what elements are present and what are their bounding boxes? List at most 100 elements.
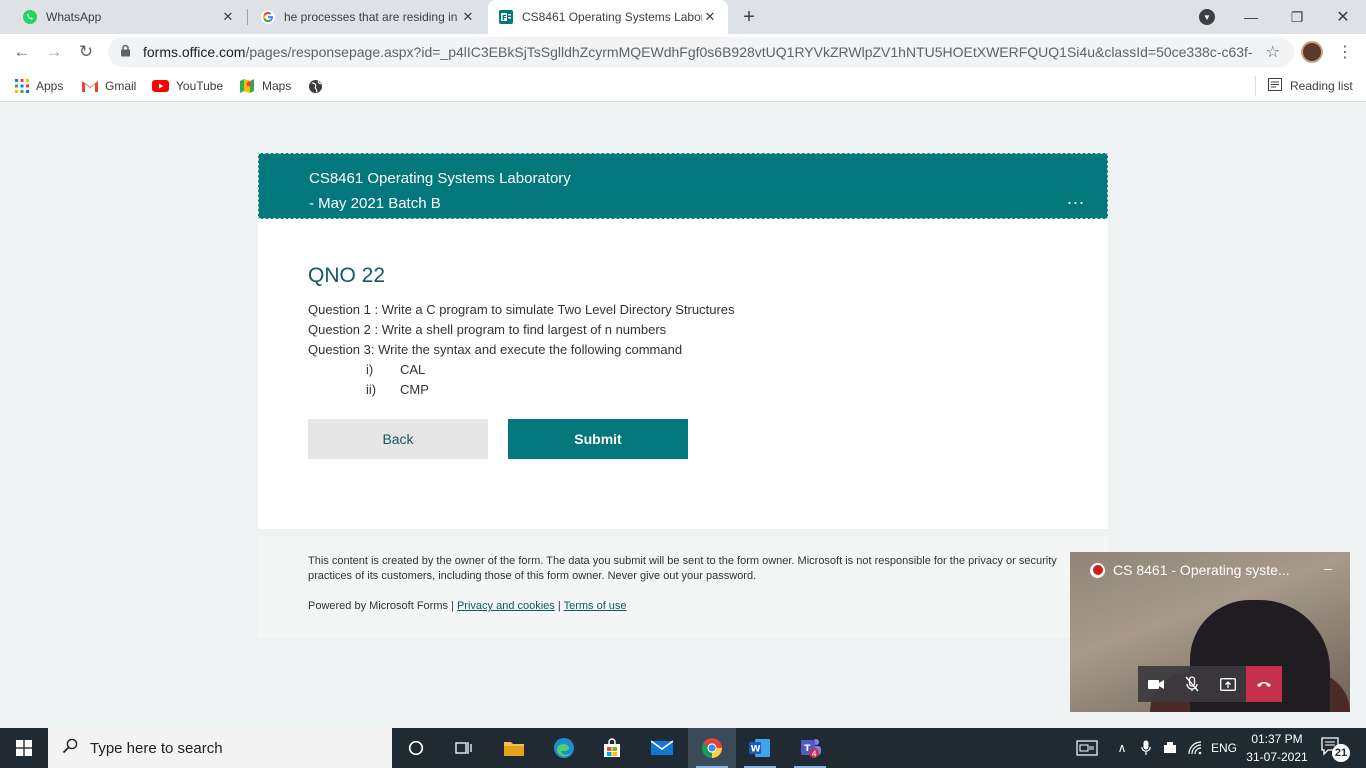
minimize-window-icon[interactable]: — — [1228, 0, 1274, 34]
close-tab-icon[interactable]: ✕ — [460, 9, 476, 25]
close-tab-icon[interactable]: ✕ — [702, 9, 718, 25]
bookmark-maps[interactable]: Maps — [239, 76, 291, 96]
tab-title: he processes that are residing in — [284, 10, 458, 24]
browser-menu-icon[interactable]: ⋮ — [1337, 42, 1353, 62]
file-explorer-icon[interactable] — [490, 728, 538, 768]
taskbar: Type here to search W T4 ∧ ENG 01:37 PM — [0, 728, 1366, 768]
tab-title: CS8461 Operating Systems Labora — [522, 10, 702, 24]
close-window-icon[interactable]: ✕ — [1320, 0, 1366, 34]
reload-icon[interactable]: ↻ — [74, 40, 98, 64]
question-2: Question 2 : Write a shell program to fi… — [308, 322, 667, 337]
reading-list-label: Reading list — [1290, 79, 1353, 93]
share-screen-icon[interactable] — [1210, 666, 1246, 702]
list-item-number: ii) — [366, 382, 377, 397]
apps-grid-icon — [15, 79, 29, 93]
search-placeholder: Type here to search — [90, 739, 223, 757]
teams-badge: 4 — [812, 749, 817, 758]
bookmark-youtube[interactable]: YouTube — [152, 76, 223, 96]
store-icon[interactable] — [588, 728, 636, 768]
bookmark-label: Apps — [36, 79, 64, 93]
battery-icon[interactable] — [1159, 728, 1181, 768]
close-tab-icon[interactable]: ✕ — [220, 9, 236, 25]
link-separator: | — [557, 600, 561, 612]
system-clock[interactable]: 01:37 PM 31-07-2021 — [1244, 730, 1310, 766]
hang-up-icon[interactable] — [1246, 666, 1282, 702]
recording-icon — [1090, 562, 1105, 578]
chrome-taskbar-icon[interactable] — [688, 728, 736, 768]
show-hidden-icons[interactable]: ∧ — [1112, 728, 1132, 768]
word-icon[interactable]: W — [736, 728, 784, 768]
browser-toolbar: ← → ↻ forms.office.com/pages/responsepag… — [0, 34, 1366, 70]
reading-list[interactable]: Reading list — [1255, 76, 1353, 96]
edge-icon[interactable] — [540, 728, 588, 768]
browser-tab-strip: WhatsApp ✕ he processes that are residin… — [0, 0, 1366, 34]
search-icon — [62, 738, 78, 759]
bookmark-label: Gmail — [105, 79, 137, 93]
form-title-line-2: - May 2021 Batch B — [309, 195, 441, 212]
bookmark-apps[interactable]: Apps — [15, 76, 63, 96]
notification-count: 21 — [1332, 744, 1350, 762]
avatar[interactable] — [1301, 41, 1323, 63]
mic-muted-icon[interactable] — [1174, 666, 1210, 702]
teams-icon[interactable]: T4 — [786, 728, 834, 768]
new-tab-button[interactable]: + — [738, 6, 760, 28]
globe-icon — [308, 79, 323, 94]
restore-window-icon[interactable]: ❐ — [1274, 0, 1320, 34]
tab-google-search[interactable]: he processes that are residing in ✕ — [250, 0, 486, 34]
whatsapp-icon — [22, 9, 38, 25]
notification-center-icon[interactable]: 21 — [1320, 736, 1350, 762]
taskbar-search-input[interactable]: Type here to search — [48, 728, 392, 768]
powered-by-text: Powered by Microsoft Forms | — [308, 600, 454, 612]
list-item: ii) CMP — [308, 380, 735, 400]
maps-icon — [239, 78, 255, 94]
svg-text:F: F — [502, 14, 507, 22]
question-1: Question 1 : Write a C program to simula… — [308, 302, 735, 317]
svg-text:W: W — [751, 744, 761, 754]
cortana-icon[interactable] — [392, 728, 440, 768]
language-indicator[interactable]: ENG — [1208, 728, 1240, 768]
bookmark-label: Maps — [262, 79, 292, 93]
section-title: QNO 22 — [308, 264, 386, 287]
clock-date: 31-07-2021 — [1246, 750, 1308, 764]
wifi-icon[interactable] — [1184, 728, 1206, 768]
form-title-line-1: CS8461 Operating Systems Laboratory — [309, 170, 571, 187]
mail-icon[interactable] — [638, 728, 686, 768]
call-controls — [1138, 666, 1282, 702]
more-options-icon[interactable]: ... — [1067, 188, 1085, 209]
submit-button[interactable]: Submit — [508, 419, 688, 459]
back-arrow-icon[interactable]: ← — [10, 40, 34, 64]
back-button[interactable]: Back — [308, 419, 488, 459]
tab-separator — [247, 9, 248, 25]
lock-icon — [120, 44, 134, 60]
disclaimer-text: This content is created by the owner of … — [308, 555, 1057, 582]
camera-icon[interactable] — [1138, 666, 1174, 702]
bookmark-star-icon[interactable]: ☆ — [1266, 42, 1280, 62]
microphone-icon[interactable] — [1136, 728, 1156, 768]
form-footer: This content is created by the owner of … — [258, 536, 1108, 638]
bookmark-gmail[interactable]: Gmail — [82, 76, 136, 96]
google-icon — [260, 9, 276, 25]
question-text: Question 1 : Write a C program to simula… — [308, 300, 735, 400]
privacy-link[interactable]: Privacy and cookies — [457, 600, 555, 612]
youtube-icon — [152, 80, 169, 92]
powered-by: Powered by Microsoft Forms | Privacy and… — [308, 600, 627, 612]
bookmark-globe[interactable] — [308, 76, 330, 96]
task-view-icon[interactable] — [440, 728, 488, 768]
teams-call-window[interactable]: CS 8461 - Operating syste... – — [1070, 552, 1350, 712]
url-path: /pages/responsepage.aspx?id=_p4lIC3EBkSj… — [245, 44, 1253, 60]
call-title: CS 8461 - Operating syste... — [1090, 562, 1290, 578]
minimize-call-icon[interactable]: – — [1324, 560, 1332, 576]
question-3: Question 3: Write the syntax and execute… — [308, 342, 683, 357]
tab-forms[interactable]: F CS8461 Operating Systems Labora ✕ — [488, 0, 728, 34]
address-bar[interactable]: forms.office.com/pages/responsepage.aspx… — [108, 37, 1294, 67]
windows-start-icon[interactable] — [0, 728, 48, 768]
forms-icon: F — [498, 9, 514, 25]
bookmarks-bar: Apps Gmail YouTube Maps Reading list — [0, 70, 1366, 102]
tab-whatsapp[interactable]: WhatsApp ✕ — [12, 0, 246, 34]
tab-search-icon[interactable]: ▼ — [1199, 9, 1215, 25]
forward-arrow-icon[interactable]: → — [42, 40, 66, 64]
form-card: QNO 22 Question 1 : Write a C program to… — [258, 219, 1108, 529]
meet-now-icon[interactable] — [1072, 728, 1102, 768]
call-title-text: CS 8461 - Operating syste... — [1113, 562, 1290, 578]
terms-link[interactable]: Terms of use — [564, 600, 627, 612]
